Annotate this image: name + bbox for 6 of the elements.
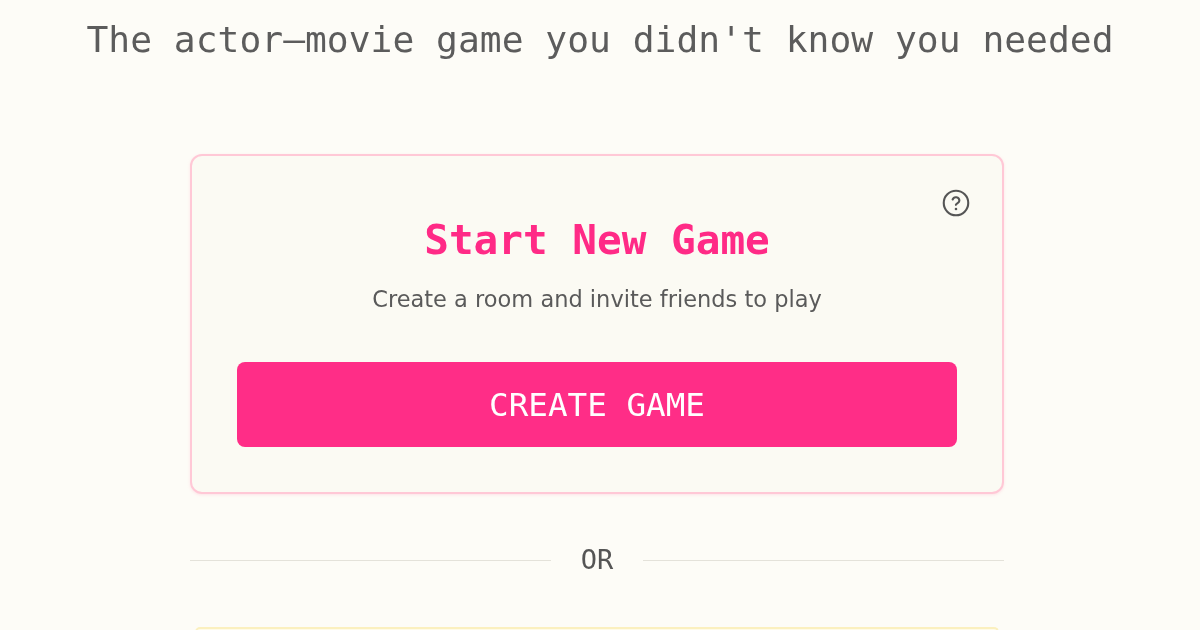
divider-label: OR: [580, 543, 614, 577]
create-game-button[interactable]: CREATE GAME: [237, 362, 957, 447]
card-subtitle: Create a room and invite friends to play: [372, 285, 822, 313]
tagline: The actor—movie game you didn't know you needed: [86, 17, 1114, 63]
card-title: Start New Game: [424, 216, 770, 264]
help-icon[interactable]: [942, 189, 970, 217]
